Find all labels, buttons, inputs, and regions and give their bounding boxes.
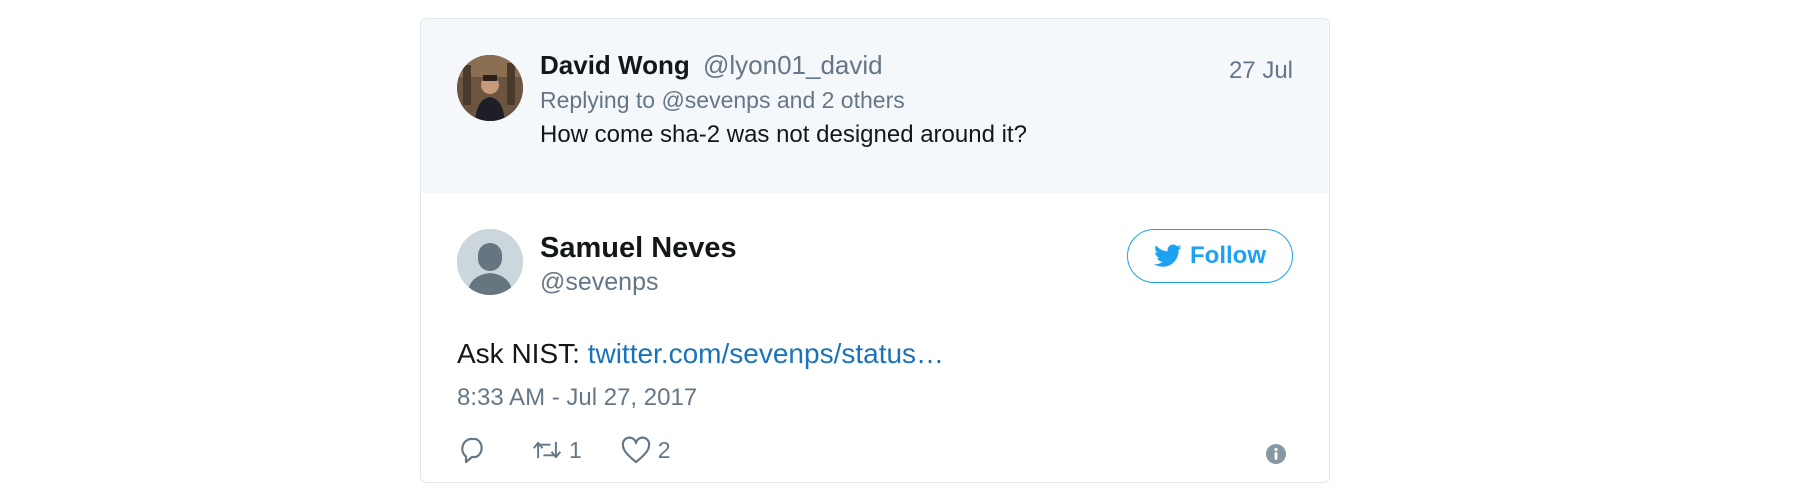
reply-tweet-text: How come sha-2 was not designed around i… <box>540 121 1027 148</box>
like-count: 2 <box>657 436 671 463</box>
tweet-timestamp[interactable]: 8:33 AM - Jul 27, 2017 <box>457 383 697 413</box>
avatar[interactable] <box>457 229 523 295</box>
retweet-button[interactable]: 1 <box>531 435 582 465</box>
default-avatar-icon <box>457 229 523 295</box>
heart-icon <box>621 436 650 464</box>
tweet-text: Ask NIST: twitter.com/sevenps/status… <box>457 337 944 371</box>
author-handle[interactable]: @sevenps <box>540 267 659 297</box>
reply-author-name[interactable]: David Wong <box>540 50 690 80</box>
parent-tweet[interactable]: David Wong @lyon01_david Replying to @se… <box>421 19 1329 193</box>
reply-author-handle[interactable]: @lyon01_david <box>703 50 883 80</box>
follow-button[interactable]: Follow <box>1127 229 1293 283</box>
tweet-actions: 1 2 <box>457 432 671 468</box>
tweet-link[interactable]: twitter.com/sevenps/status… <box>588 338 944 369</box>
reply-icon <box>461 437 483 464</box>
tweet-card: David Wong @lyon01_david Replying to @se… <box>420 18 1330 483</box>
twitter-bird-icon <box>1154 244 1182 267</box>
tweet-text-prefix: Ask NIST: <box>457 338 588 369</box>
like-button[interactable]: 2 <box>620 435 671 465</box>
reply-button[interactable] <box>457 435 489 465</box>
retweet-count: 1 <box>569 436 582 463</box>
avatar[interactable] <box>457 55 523 121</box>
follow-label: Follow <box>1190 242 1266 269</box>
reply-date[interactable]: 27 Jul <box>1229 57 1293 85</box>
avatar-photo <box>457 55 523 121</box>
info-icon[interactable] <box>1265 443 1287 465</box>
retweet-icon <box>532 441 562 459</box>
author-name[interactable]: Samuel Neves <box>540 231 737 265</box>
replying-to-text: Replying to @sevenps and 2 others <box>540 87 905 113</box>
